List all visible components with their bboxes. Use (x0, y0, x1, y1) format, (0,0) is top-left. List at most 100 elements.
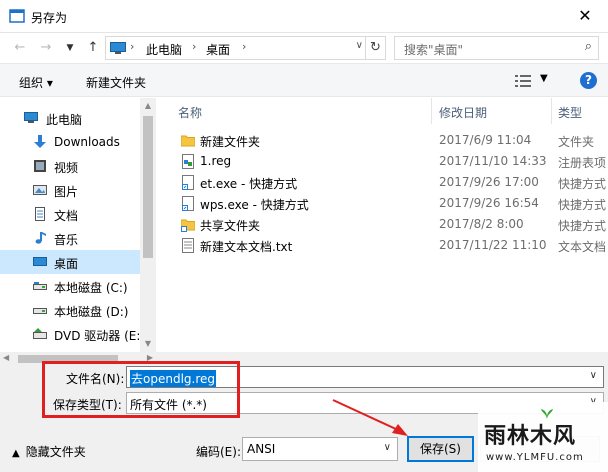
shortcut-icon (182, 175, 194, 190)
refresh-button[interactable]: ↻ (365, 37, 385, 59)
nav-item-label: 本地磁盘 (C:) (54, 281, 128, 295)
text-file-icon (182, 238, 194, 253)
file-row[interactable]: 共享文件夹 2017/8/2 8:00 快捷方式 (176, 214, 608, 235)
notepad-app-icon (9, 9, 25, 23)
nav-item-label: 图片 (54, 185, 79, 199)
title-bar: 另存为 ✕ (0, 0, 608, 33)
nav-item-downloads[interactable]: Downloads (0, 130, 140, 154)
encoding-select[interactable]: ANSI ∨ (242, 437, 398, 461)
file-date: 2017/11/22 11:10 (439, 238, 547, 252)
view-dropdown-icon[interactable]: ▼ (540, 73, 548, 84)
file-date: 2017/8/2 8:00 (439, 217, 524, 231)
address-bar[interactable]: › 此电脑 › 桌面 › ∨ ↻ (105, 36, 386, 60)
nav-item-drive-d[interactable]: 本地磁盘 (D:) (0, 298, 140, 322)
nav-item-music[interactable]: 音乐 (0, 226, 140, 250)
scroll-up-icon[interactable]: ▲ (140, 98, 156, 114)
navigation-pane: 此电脑 Downloads 视频 图片 文档 音乐 桌面 本地磁盘 (C:) 本… (0, 98, 156, 352)
help-icon: ? (585, 73, 592, 87)
column-divider[interactable] (431, 98, 432, 124)
search-icon: ⌕ (584, 39, 592, 54)
address-row: ← → ▼ ↑ › 此电脑 › 桌面 › ∨ ↻ 搜索"桌面" ⌕ (0, 33, 608, 63)
dvd-drive-icon (33, 328, 47, 339)
breadcrumb-separator-icon: › (242, 40, 247, 53)
search-box[interactable]: 搜索"桌面" ⌕ (394, 36, 599, 60)
nav-item-label: 本地磁盘 (D:) (54, 305, 129, 319)
nav-item-dvd-drive[interactable]: DVD 驱动器 (E:) (0, 322, 145, 346)
breadcrumb-separator-icon: › (130, 40, 135, 53)
nav-item-videos[interactable]: 视频 (0, 154, 140, 178)
column-divider[interactable] (551, 98, 552, 124)
window-title: 另存为 (31, 11, 68, 25)
file-name: 新建文件夹 (200, 135, 261, 149)
desktop-icon (33, 257, 47, 266)
nav-item-this-pc[interactable]: 此电脑 (0, 106, 140, 130)
up-button[interactable]: ↑ (85, 40, 101, 56)
column-header-date[interactable]: 修改日期 (439, 104, 487, 121)
drive-icon (33, 308, 47, 314)
file-name: 1.reg (200, 154, 232, 168)
hide-folders-toggle[interactable]: ▲ 隐藏文件夹 (12, 443, 86, 460)
drive-icon (33, 282, 47, 290)
navigation-scrollbar[interactable]: ▲ ▼ (140, 98, 156, 352)
nav-item-pictures[interactable]: 图片 (0, 178, 140, 202)
chevron-up-icon: ▲ (12, 448, 20, 459)
search-placeholder: 搜索"桌面" (404, 43, 464, 57)
nav-item-label: 此电脑 (46, 113, 83, 127)
file-name: et.exe - 快捷方式 (200, 177, 298, 191)
up-arrow-icon: ↑ (87, 40, 99, 55)
document-icon (35, 207, 45, 221)
file-type: 快捷方式 (558, 177, 607, 191)
file-row[interactable]: 新建文件夹 2017/6/9 11:04 文件夹 (176, 130, 608, 151)
scroll-down-icon[interactable]: ▼ (140, 336, 156, 352)
back-button[interactable]: ← (12, 40, 28, 56)
file-name: wps.exe - 快捷方式 (200, 198, 309, 212)
encoding-value: ANSI (247, 442, 276, 456)
file-date: 2017/11/10 14:33 (439, 154, 547, 168)
refresh-icon: ↻ (370, 40, 381, 55)
picture-icon (33, 185, 47, 195)
file-row[interactable]: 1.reg 2017/11/10 14:33 注册表项 (176, 151, 608, 172)
file-row[interactable]: wps.exe - 快捷方式 2017/9/26 16:54 快捷方式 (176, 193, 608, 214)
nav-item-drive-c[interactable]: 本地磁盘 (C:) (0, 274, 140, 298)
file-row[interactable]: 新建文本文档.txt 2017/11/22 11:10 文本文档 (176, 235, 608, 256)
forward-button[interactable]: → (38, 40, 54, 56)
save-button[interactable]: 保存(S) (407, 436, 474, 462)
help-button[interactable]: ? (580, 72, 597, 89)
column-header-name[interactable]: 名称 (178, 104, 202, 121)
file-type: 快捷方式 (558, 198, 607, 212)
registry-file-icon (182, 154, 194, 169)
nav-item-label: Downloads (54, 135, 120, 149)
view-options-icon[interactable] (515, 74, 531, 88)
column-header-row: 名称 修改日期 类型 (156, 98, 608, 124)
address-dropdown-icon[interactable]: ∨ (356, 40, 363, 51)
close-button[interactable]: ✕ (562, 0, 608, 32)
nav-item-documents[interactable]: 文档 (0, 202, 140, 226)
breadcrumb-this-pc[interactable]: 此电脑 (146, 41, 182, 58)
encoding-label: 编码(E): (196, 445, 241, 459)
recent-locations-button[interactable]: ▼ (62, 40, 78, 56)
nav-item-desktop[interactable]: 桌面 (0, 250, 140, 274)
file-type: 快捷方式 (558, 219, 607, 233)
file-date: 2017/9/26 17:00 (439, 175, 539, 189)
download-arrow-icon (34, 135, 46, 148)
file-row[interactable]: et.exe - 快捷方式 2017/9/26 17:00 快捷方式 (176, 172, 608, 193)
file-name: 新建文本文档.txt (200, 240, 293, 254)
watermark: 雨林木风 www.YLMFU.com (478, 402, 608, 472)
file-type: 文件夹 (558, 135, 595, 149)
file-name: 共享文件夹 (200, 219, 261, 233)
breadcrumb-separator-icon: › (192, 40, 197, 53)
computer-icon (24, 112, 38, 123)
column-header-type[interactable]: 类型 (558, 104, 582, 121)
watermark-url: www.YLMFU.com (486, 452, 584, 463)
close-icon: ✕ (578, 6, 592, 25)
scroll-left-icon[interactable]: ◀ (3, 353, 9, 362)
breadcrumb-desktop[interactable]: 桌面 (206, 41, 230, 58)
scrollbar-thumb[interactable] (143, 116, 153, 258)
folder-shortcut-icon (181, 219, 195, 232)
chevron-down-icon[interactable]: ∨ (590, 370, 597, 381)
new-folder-button[interactable]: 新建文件夹 (86, 74, 146, 91)
organize-menu[interactable]: 组织 ▾ (19, 74, 53, 91)
nav-item-label: 音乐 (54, 233, 79, 247)
folder-icon (181, 135, 195, 147)
chevron-down-icon: ▼ (66, 43, 74, 53)
